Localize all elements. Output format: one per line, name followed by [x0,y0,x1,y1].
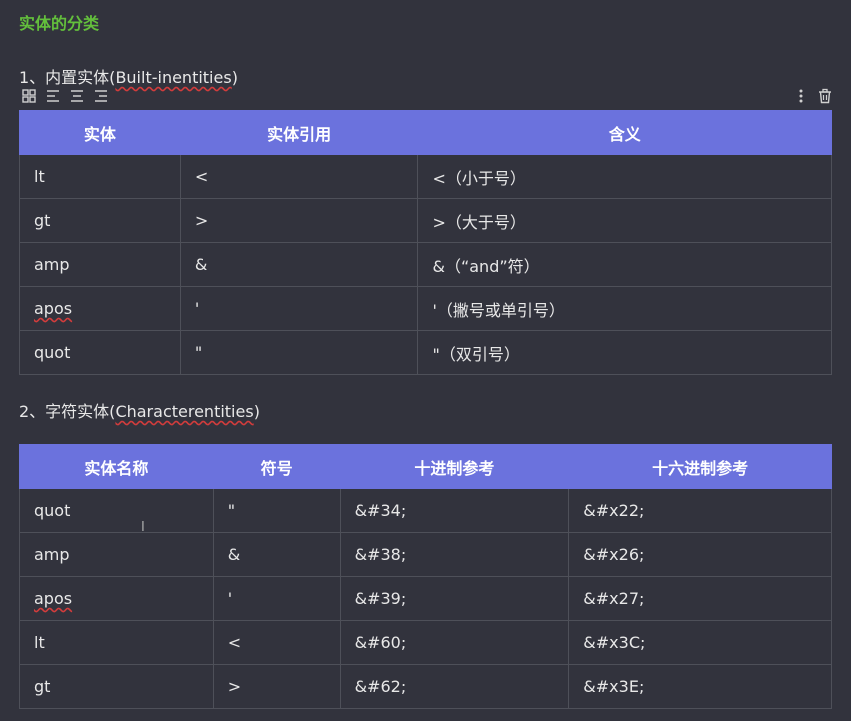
table-cell[interactable]: apos [19,286,181,331]
section-1-title: 1、内置实体(Built-inentities) [19,64,238,88]
table-cell[interactable]: &#39; [339,576,570,621]
table-cell[interactable]: &#38; [339,532,570,577]
cell-text: apos [34,299,73,318]
table-header-row: 实体名称 符号 十进制参考 十六进制参考 [19,444,832,489]
table-cell[interactable]: " [179,330,419,375]
table-cell[interactable]: &#x27; [568,576,832,621]
table-cell[interactable]: >（大于号） [417,198,832,243]
grid-icon[interactable] [21,88,37,104]
table-row: gt > &#62; &#x3E; [19,664,832,709]
table-row: lt < &#60; &#x3C; [19,620,832,665]
builtin-entities-table: 实体 实体引用 含义 lt < <（小于号） gt > >（大于号） amp &… [19,110,832,375]
table-cell[interactable]: quot [19,488,214,533]
table-row: quot " "（双引号） [19,330,832,375]
section-2-title: 2、字符实体(Characterentities) [19,398,260,422]
text-cursor-icon: I [141,520,145,535]
cell-text: apos [34,589,73,608]
table-cell[interactable]: &#62; [339,664,570,709]
column-header: 十六进制参考 [568,444,832,489]
table-cell[interactable]: &#x22; [568,488,832,533]
table-cell[interactable]: gt [19,664,214,709]
section-1-title-prefix: 1、内置实体( [19,68,116,87]
column-header: 实体名称 [19,444,214,489]
table-cell[interactable]: " [212,488,341,533]
table-cell[interactable]: amp [19,532,214,577]
table-cell[interactable]: > [179,198,419,243]
table-cell[interactable]: &（“and”符） [417,242,832,287]
align-left-icon[interactable] [45,88,61,104]
section-1-title-en: Built-inentities [115,68,232,87]
table-cell[interactable]: apos [19,576,214,621]
table-cell[interactable]: & [212,532,341,577]
table-row: amp & &（“and”符） [19,242,832,287]
column-header: 实体引用 [179,110,419,155]
section-1-title-suffix: ) [231,68,238,87]
section-2-title-suffix: ) [253,402,260,421]
table-cell[interactable]: > [212,664,341,709]
align-center-icon[interactable] [69,88,85,104]
align-right-icon[interactable] [93,88,109,104]
table-cell[interactable]: &#60; [339,620,570,665]
table-cell[interactable]: gt [19,198,181,243]
table-cell[interactable]: & [179,242,419,287]
table-cell[interactable]: "（双引号） [417,330,832,375]
table-row: apos ' '（撇号或单引号） [19,286,832,331]
table-cell[interactable]: &#x3E; [568,664,832,709]
table-cell[interactable]: lt [19,154,181,199]
column-header: 符号 [212,444,341,489]
column-header: 十进制参考 [339,444,570,489]
table-toolbar [21,88,109,104]
table-cell[interactable]: &#x26; [568,532,832,577]
table-cell[interactable]: quot [19,330,181,375]
table-toolbar-right [793,88,833,104]
table-cell[interactable]: < [179,154,419,199]
table-cell[interactable]: '（撇号或单引号） [417,286,832,331]
table-row: gt > >（大于号） [19,198,832,243]
table-cell[interactable]: lt [19,620,214,665]
table-row: amp & &#38; &#x26; [19,532,832,577]
table-cell[interactable]: amp [19,242,181,287]
table-cell[interactable]: ' [212,576,341,621]
trash-icon[interactable] [817,88,833,104]
more-vertical-icon[interactable] [793,88,809,104]
page-heading: 实体的分类 [19,14,100,33]
character-entities-table: 实体名称 符号 十进制参考 十六进制参考 quot " &#34; &#x22;… [19,444,832,709]
table-cell[interactable]: < [212,620,341,665]
section-2-title-prefix: 2、字符实体( [19,402,116,421]
column-header: 实体 [19,110,181,155]
section-2-title-en: Characterentities [115,402,254,421]
table-header-row: 实体 实体引用 含义 [19,110,832,155]
table-cell[interactable]: <（小于号） [417,154,832,199]
table-row: lt < <（小于号） [19,154,832,199]
column-header: 含义 [417,110,832,155]
table-cell[interactable]: ' [179,286,419,331]
table-row: apos ' &#39; &#x27; [19,576,832,621]
table-cell[interactable]: &#x3C; [568,620,832,665]
table-cell[interactable]: &#34; [339,488,570,533]
